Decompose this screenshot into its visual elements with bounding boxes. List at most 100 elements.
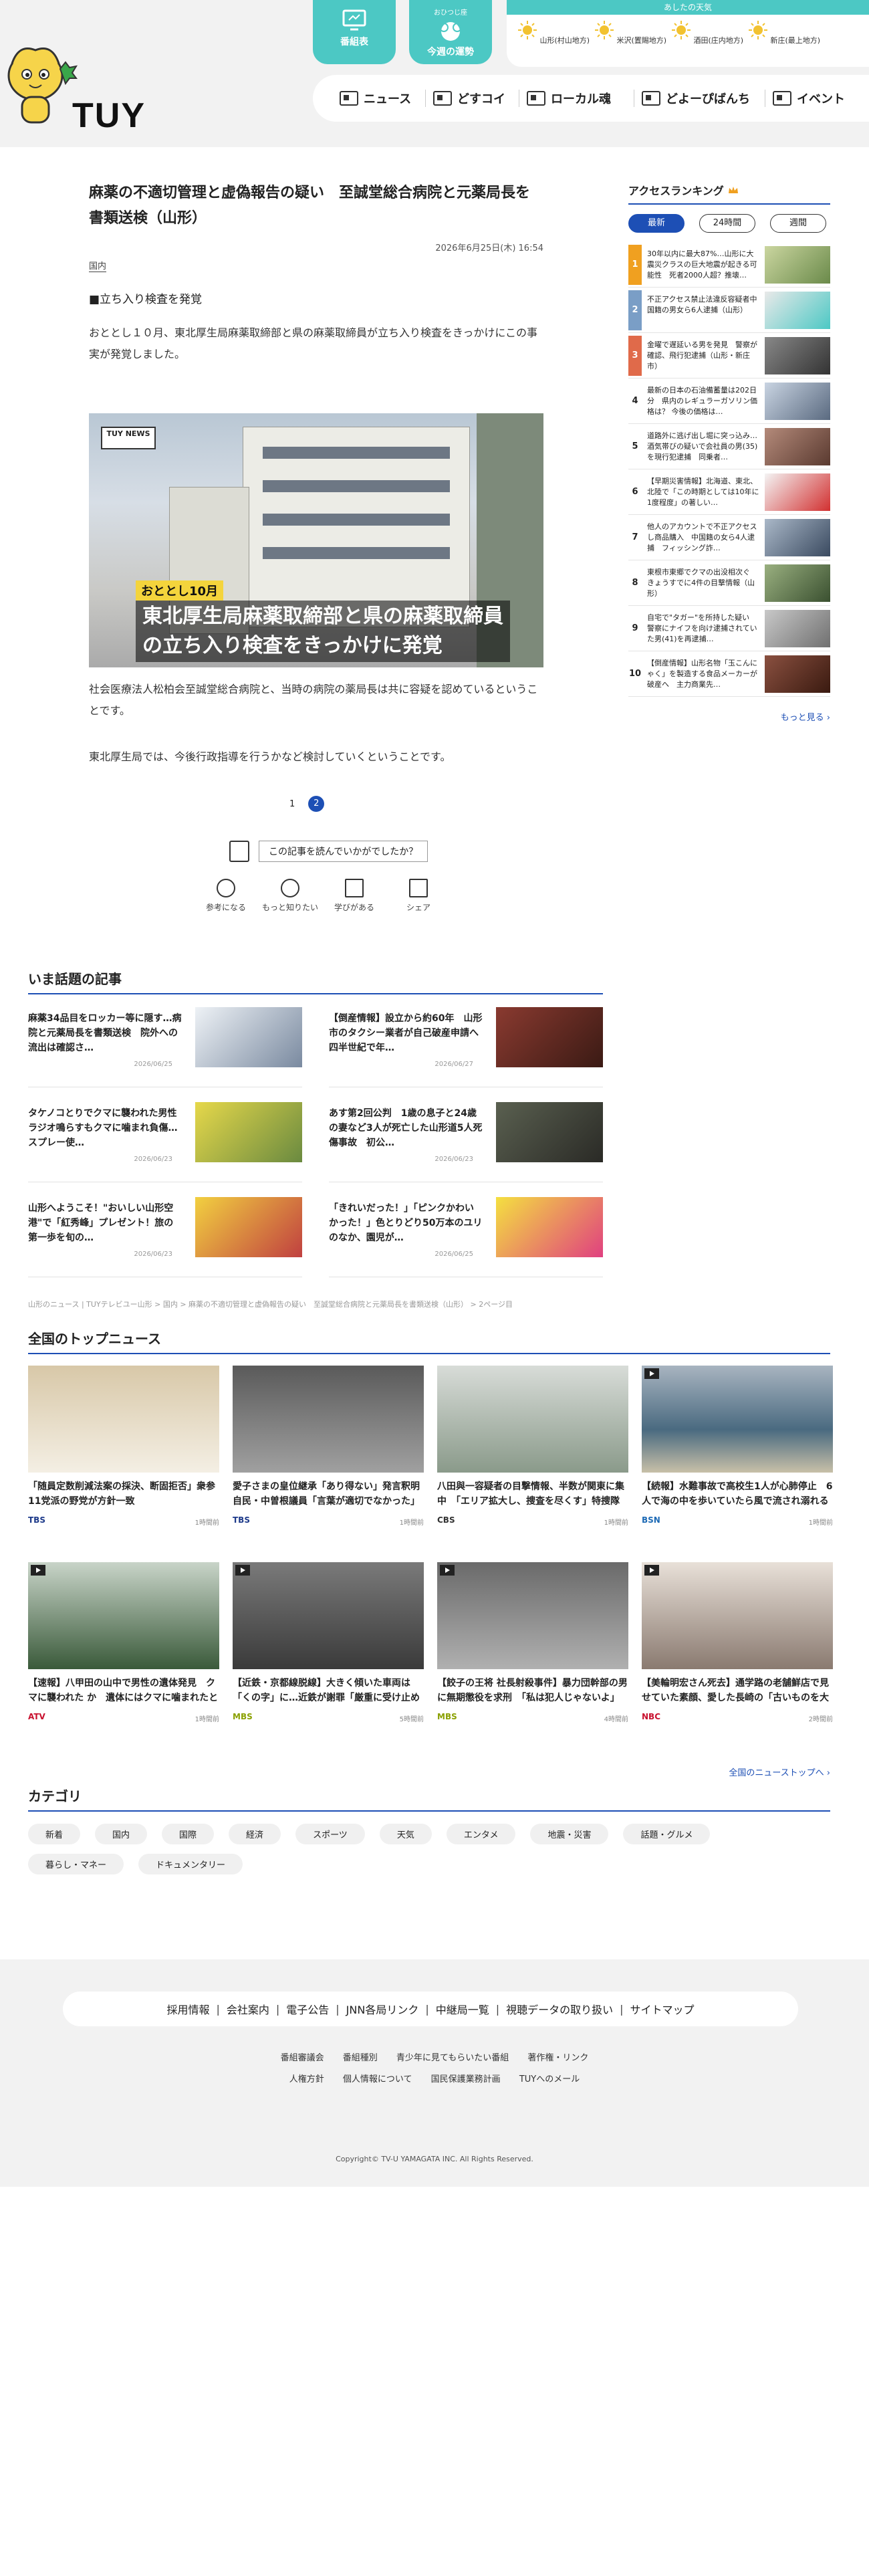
footer-link[interactable]: 中継局一覧 <box>436 2001 489 2017</box>
footer-link[interactable]: 会社案内 <box>227 2001 269 2017</box>
trending-item[interactable]: 【倒産情報】設立から約60年 山形市のタクシー業者が自己破産申請へ 四半世紀で年… <box>329 1007 603 1087</box>
footer-sub-link[interactable]: 青少年に見てもらいたい番組 <box>396 2053 509 2063</box>
footer-link[interactable]: JNN各局リンク <box>346 2001 419 2017</box>
weather-area-2[interactable]: 米沢(置賜地方) <box>594 20 667 45</box>
trending-item[interactable]: タケノコとりでクマに襲われた男性 ラジオ鳴らすもクマに噛まれ負傷…スプレー使… 2… <box>28 1102 302 1182</box>
page-1-link[interactable]: 1 <box>289 799 295 809</box>
topnews-item[interactable]: 「随員定数削減法案の採決、断固拒否」衆参11党派の野党が方針一致 TBS 1時間… <box>28 1366 219 1546</box>
category-chip[interactable]: 新着 <box>28 1824 81 1844</box>
topnews-thumbnail <box>233 1366 424 1473</box>
topnews-item[interactable]: 【速報】八甲田の山中で男性の遺体発見 クマに襲われた か 遺体にはクマに噛まれた… <box>28 1562 219 1743</box>
ranking-item[interactable]: 5 道路外に逃げ出し堀に突っ込み…酒気帯びの疑いで会社員の男(35)を現行犯逮捕 … <box>628 424 830 469</box>
trending-thumbnail <box>496 1197 603 1257</box>
article-category-link[interactable]: 国内 <box>89 259 107 272</box>
rank-number: 1 <box>628 244 642 285</box>
tab-latest[interactable]: 最新 <box>628 214 685 233</box>
tv-icon <box>433 91 452 106</box>
nav-item-event[interactable]: イベント <box>773 90 845 107</box>
footer-sub-link[interactable]: 個人情報について <box>343 2074 412 2084</box>
weather-widget[interactable]: あしたの天気 山形(村山地方) 米沢(置賜地方) 酒田(庄内地方) 新庄(最上地… <box>507 0 869 67</box>
nav-item-dosukoi[interactable]: どすコイ <box>433 90 505 107</box>
footer-link[interactable]: 視聴データの取り扱い <box>506 2001 613 2017</box>
footer-divider: | <box>275 2002 280 2016</box>
footer-sub-link[interactable]: TUYへのメール <box>519 2074 580 2084</box>
ranking-item[interactable]: 4 最新の日本の石油備蓄量は202日分 県内のレギュラーガソリン価格は？ 今後の価… <box>628 379 830 424</box>
trending-item[interactable]: 麻薬34品目をロッカー等に隠す…病院と元薬局長を書類送検 院外への流出は確認さ…… <box>28 1007 302 1087</box>
ranking-item[interactable]: 3 金曜で遅延いる男を発見 警察が確認、飛行犯逮捕（山形・新庄市） <box>628 333 830 379</box>
ranking-more-link[interactable]: もっと見る › <box>628 710 830 723</box>
program-guide-button[interactable]: 番組表 <box>313 0 396 64</box>
reaction-label: もっと知りたい <box>261 903 318 912</box>
category-chip[interactable]: 国内 <box>95 1824 148 1844</box>
tab-24h[interactable]: 24時間 <box>699 214 755 233</box>
topnews-item[interactable]: 【続報】水難事故で高校生1人が心肺停止 6人で海の中を歩いていたら風で流され溺れ… <box>642 1366 833 1546</box>
ranking-item[interactable]: 8 東根市東郷でクマの出没相次ぐ きょうすでに4件の目撃情報（山形） <box>628 560 830 606</box>
footer-link[interactable]: サイトマップ <box>630 2001 695 2017</box>
reaction-label: 参考になる <box>205 903 246 912</box>
horoscope-button[interactable]: おひつじ座 今週の運勢 <box>409 0 492 64</box>
weather-area-3[interactable]: 酒田(庄内地方) <box>670 20 744 45</box>
ranking-item[interactable]: 9 自宅で"タガー"を所持した疑い 警察にナイフを向け逮捕されていた男(41)を再… <box>628 606 830 651</box>
category-chip[interactable]: エンタメ <box>446 1824 516 1844</box>
category-chip[interactable]: 国際 <box>162 1824 215 1844</box>
trending-item[interactable]: 「きれいだった！」「ピンクかわいかった！」色とりどり50万本のユリのなか、園児が… <box>329 1197 603 1277</box>
category-chip[interactable]: スポーツ <box>295 1824 365 1844</box>
rank-number: 9 <box>632 623 638 633</box>
article-paragraph: 東北厚生局では、今後行政指導を行うかなど検討していくということです。 <box>89 750 451 763</box>
ranking-item[interactable]: 6 【早期災害情報】北海道、東北、北陸で「この時期としては10年に1度程度」の著し… <box>628 469 830 515</box>
source-logo: MBS <box>437 1712 457 1721</box>
category-chip[interactable]: 天気 <box>379 1824 432 1844</box>
source-logo: MBS <box>233 1712 253 1721</box>
reaction-label: シェア <box>406 903 430 912</box>
trending-item-date: 2026/06/25 <box>434 1251 473 1258</box>
topnews-more-link[interactable]: 全国のニューストップへ › <box>729 1765 830 1778</box>
category-chip[interactable]: ドキュメンタリー <box>138 1854 243 1874</box>
logo-link[interactable]: TUY <box>0 37 187 137</box>
rank-number: 3 <box>628 335 642 376</box>
article: 麻薬の不適切管理と虚偽報告の疑い 至誠堂総合病院と元薬局長を書類送検（山形） 2… <box>89 181 543 912</box>
rank-title: 自宅で"タガー"を所持した疑い 警察にナイフを向け逮捕されていた男(41)を再逮… <box>647 613 757 643</box>
main-nav: ニュース どすコイ ローカル魂 どよーぴばんち イベント <box>313 75 869 122</box>
reaction-more-button[interactable]: もっと知りたい <box>260 879 320 913</box>
copyright: Copyright© TV-U YAMAGATA INC. All Rights… <box>336 2155 533 2163</box>
rank-number: 5 <box>632 441 638 451</box>
book-icon <box>345 879 364 897</box>
footer-sub-link[interactable]: 番組審議会 <box>281 2053 324 2063</box>
footer-sub-link[interactable]: 番組種別 <box>343 2053 378 2063</box>
category-chip[interactable]: 話題・グルメ <box>623 1824 711 1844</box>
nav-item-news[interactable]: ニュース <box>340 90 411 107</box>
nav-item-local[interactable]: ローカル魂 <box>527 90 611 107</box>
sunny-icon <box>671 21 691 39</box>
topnews-time: 1時間前 <box>604 1519 628 1527</box>
topnews-item[interactable]: 八田與一容疑者の目撃情報、半数が関東に集中 「エリア拡大し、捜査を尽くす」特捜隊… <box>437 1366 628 1546</box>
breadcrumb[interactable]: 山形のニュース | TUYテレビユー山形 > 国内 > 麻薬の不適切管理と虚偽報… <box>28 1299 513 1309</box>
trending-thumbnail <box>195 1007 302 1067</box>
trending-item[interactable]: あす第2回公判 1歳の息子と24歳の妻など3人が死亡した山形道5人死傷事故 初公… <box>329 1102 603 1182</box>
nav-item-doyopi[interactable]: どよーぴばんち <box>642 90 750 107</box>
share-button[interactable]: シェア <box>388 879 449 913</box>
footer-sub-link[interactable]: 著作権・リンク <box>527 2053 588 2063</box>
footer-sub-link[interactable]: 人権方針 <box>289 2074 324 2084</box>
topnews-item[interactable]: 【近鉄・京都線脱線】大きく傾いた車両は「くの字」に…近鉄が謝罪「厳重に受け止め … <box>233 1562 424 1743</box>
ranking-item[interactable]: 7 他人のアカウントで不正アクセスし商品購入 中国籍の女ら4人逮捕 フィッシング詐… <box>628 515 830 560</box>
category-chip[interactable]: 経済 <box>229 1824 281 1844</box>
footer-sub-link[interactable]: 国民保護業務計画 <box>431 2074 501 2084</box>
reaction-helpful-button[interactable]: 参考になる <box>196 879 256 913</box>
ranking-item[interactable]: 1 30年以内に最大87%…山形に大震災クラスの巨大地震が起きる可能性 死者200… <box>628 242 830 288</box>
weather-area-1[interactable]: 山形(村山地方) <box>517 20 590 45</box>
ranking-item[interactable]: 10 【倒産情報】山形名物「玉こんにゃく」を製造する食品メーカーが破産へ 主力商業… <box>628 651 830 697</box>
footer-sub-links: 人権方針 個人情報について 国民保護業務計画 TUYへのメール <box>0 2072 869 2084</box>
category-chip[interactable]: 地震・災害 <box>530 1824 609 1844</box>
weather-area-4[interactable]: 新庄(最上地方) <box>747 20 821 45</box>
reaction-learn-button[interactable]: 学びがある <box>324 879 384 913</box>
topnews-item[interactable]: 【美輪明宏さん死去】通学路の老舗鮮店で見せていた素顔、愛した長崎の「古いものを大… <box>642 1562 833 1743</box>
ranking-list: 1 30年以内に最大87%…山形に大震災クラスの巨大地震が起きる可能性 死者200… <box>628 242 830 697</box>
category-chip[interactable]: 暮らし・マネー <box>28 1854 124 1874</box>
footer-link[interactable]: 採用情報 <box>166 2001 209 2017</box>
tab-weekly[interactable]: 週間 <box>770 214 826 233</box>
ranking-item[interactable]: 2 不正アクセス禁止法違反容疑者中国籍の男女ら6人逮捕（山形） <box>628 288 830 333</box>
topnews-item[interactable]: 愛子さまの皇位継承「あり得ない」発言釈明 自民・中曽根議員「言葉が適切でなかった… <box>233 1366 424 1546</box>
trending-item[interactable]: 山形へようこそ！"おいしい山形空港"で「紅秀峰」プレゼント！旅の第一歩を旬の… 2… <box>28 1197 302 1277</box>
footer-link[interactable]: 電子公告 <box>286 2001 329 2017</box>
topnews-item[interactable]: 【餃子の王将 社長射殺事件】暴力団幹部の男に無期懲役を求刑 「私は犯人じゃないよ… <box>437 1562 628 1743</box>
